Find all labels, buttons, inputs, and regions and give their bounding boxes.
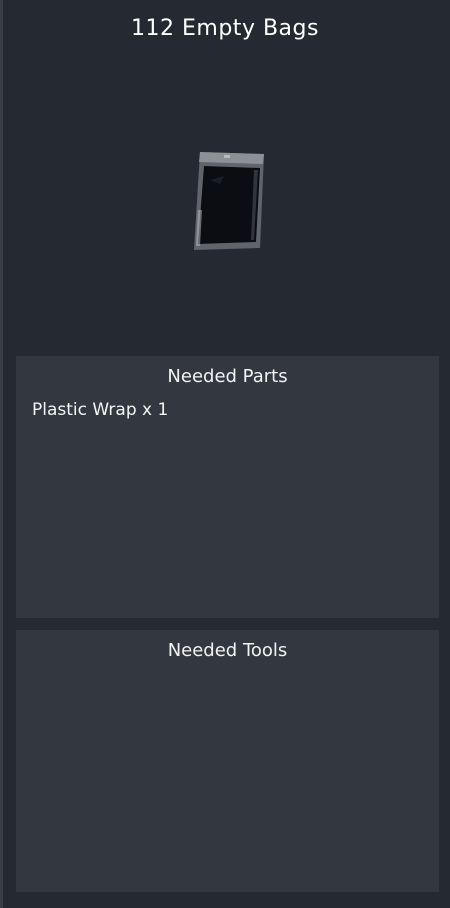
needed-parts-panel: Needed Parts Plastic Wrap x 1 [16,356,439,618]
needed-tools-heading: Needed Tools [167,640,288,661]
needed-part-item: Plastic Wrap x 1 [32,400,169,420]
needed-parts-heading: Needed Parts [167,366,288,387]
item-title: 112 Empty Bags [131,16,319,41]
window-edge [0,0,3,908]
empty-bag-icon [190,150,266,252]
needed-tools-panel: Needed Tools [16,630,439,892]
needed-parts-list: Plastic Wrap x 1 [32,398,168,422]
